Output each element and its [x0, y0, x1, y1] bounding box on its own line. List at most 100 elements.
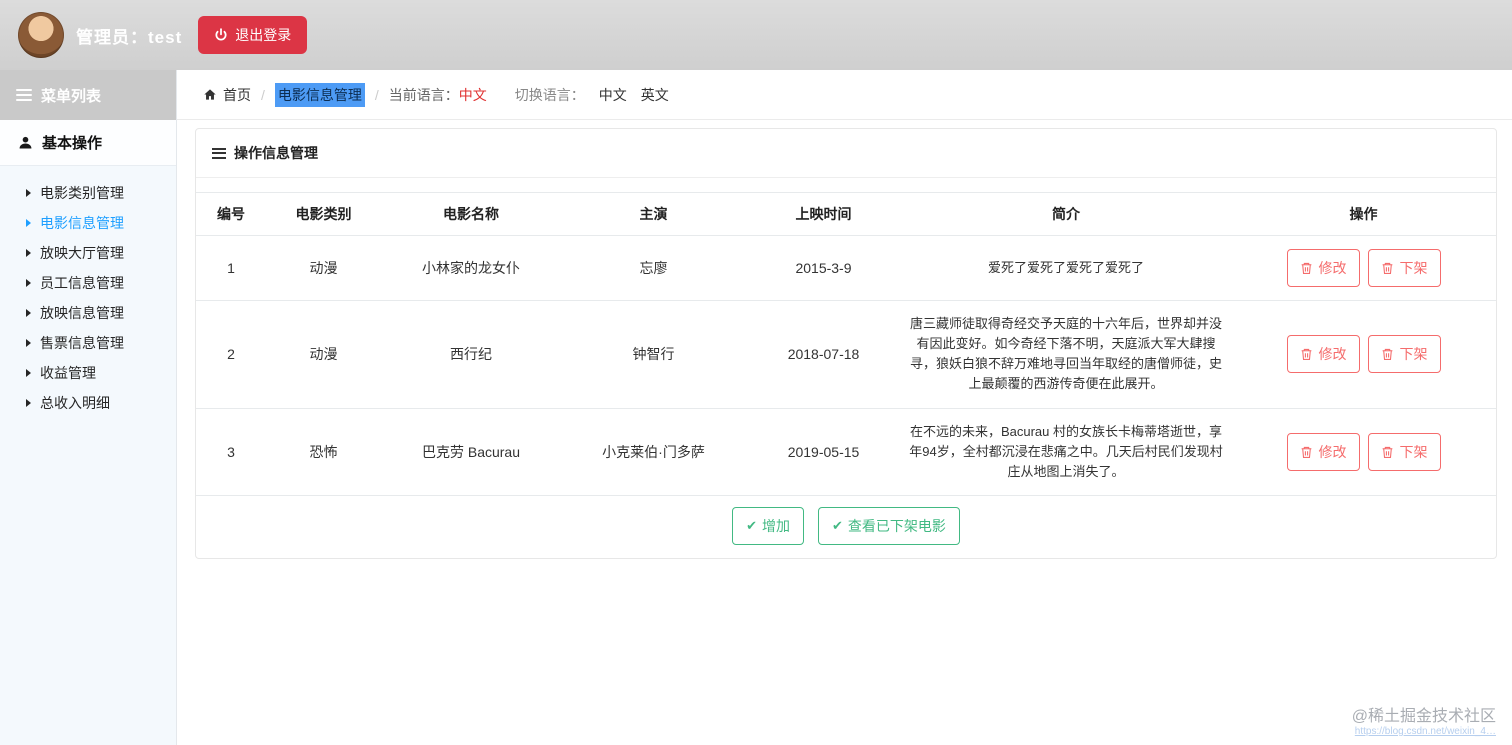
trash-icon — [1381, 445, 1394, 459]
movie-table: 编号 电影类别 电影名称 主演 上映时间 简介 操作 1 动漫 — [196, 192, 1496, 496]
edit-label: 修改 — [1319, 344, 1347, 364]
cell-intro: 唐三藏师徒取得奇经交予天庭的十六年后，世界却并没有因此变好。如今奇经下落不明，天… — [901, 301, 1231, 409]
col-header-category: 电影类别 — [266, 193, 381, 236]
offline-label: 下架 — [1400, 442, 1428, 462]
trash-icon — [1381, 261, 1394, 275]
sidebar-item-label: 放映信息管理 — [40, 303, 124, 323]
breadcrumb-current: 电影信息管理 — [275, 83, 365, 107]
content-area: 操作信息管理 编号 电影类别 电影名称 主演 上映时间 — [177, 120, 1512, 559]
view-offline-label: 查看已下架电影 — [848, 516, 946, 536]
current-language-value: 中文 — [459, 85, 487, 105]
breadcrumb: 首页 / 电影信息管理 / 当前语言： 中文 切换语言： 中文 英文 — [177, 70, 1512, 120]
col-header-id: 编号 — [196, 193, 266, 236]
cell-actions: 修改 下架 — [1231, 301, 1496, 409]
main-area: 首页 / 电影信息管理 / 当前语言： 中文 切换语言： 中文 英文 操作信息管… — [177, 70, 1512, 745]
cell-intro: 在不远的未来，Bacurau 村的女族长卡梅蒂塔逝世，享年94岁，全村都沉浸在悲… — [901, 408, 1231, 495]
admin-role-text: 管理员： — [76, 28, 148, 47]
language-option-zh[interactable]: 中文 — [599, 85, 627, 105]
sidebar-item-revenue[interactable]: 收益管理 — [0, 358, 176, 388]
caret-right-icon — [26, 189, 31, 197]
sidebar-section-basic[interactable]: 基本操作 — [0, 120, 176, 166]
sidebar-item-label: 售票信息管理 — [40, 333, 124, 353]
trash-icon — [1381, 347, 1394, 361]
sidebar-item-label: 电影信息管理 — [40, 213, 124, 233]
sidebar-menu: 电影类别管理 电影信息管理 放映大厅管理 员工信息管理 放映信息管理 售票信息管… — [0, 166, 176, 430]
caret-right-icon — [26, 339, 31, 347]
check-icon: ✔ — [832, 518, 843, 534]
sidebar: 菜单列表 基本操作 电影类别管理 电影信息管理 放映大厅管理 员工信息管理 放映… — [0, 70, 177, 745]
sidebar-item-label: 放映大厅管理 — [40, 243, 124, 263]
breadcrumb-home[interactable]: 首页 — [203, 85, 251, 105]
col-header-name: 电影名称 — [381, 193, 561, 236]
card-footer: ✔ 增加 ✔ 查看已下架电影 — [196, 496, 1496, 558]
edit-button[interactable]: 修改 — [1287, 249, 1360, 287]
edit-button[interactable]: 修改 — [1287, 335, 1360, 373]
cell-date: 2019-05-15 — [746, 408, 901, 495]
section-title-label: 基本操作 — [42, 132, 102, 153]
cell-name: 巴克劳 Bacurau — [381, 408, 561, 495]
cell-star: 忘廖 — [561, 236, 746, 301]
add-button[interactable]: ✔ 增加 — [732, 507, 804, 545]
cell-id: 2 — [196, 301, 266, 409]
sidebar-menu-title: 菜单列表 — [0, 70, 176, 120]
switch-language-label: 切换语言： — [515, 85, 585, 105]
caret-right-icon — [26, 249, 31, 257]
view-offline-button[interactable]: ✔ 查看已下架电影 — [818, 507, 960, 545]
caret-right-icon — [26, 219, 31, 227]
cell-date: 2015-3-9 — [746, 236, 901, 301]
edit-button[interactable]: 修改 — [1287, 433, 1360, 471]
add-label: 增加 — [762, 516, 790, 536]
sidebar-item-movie-info[interactable]: 电影信息管理 — [0, 208, 176, 238]
cell-star: 小克莱伯·门多萨 — [561, 408, 746, 495]
sidebar-item-screening[interactable]: 放映信息管理 — [0, 298, 176, 328]
logout-label: 退出登录 — [235, 25, 291, 45]
trash-icon — [1300, 347, 1313, 361]
table-row: 2 动漫 西行纪 钟智行 2018-07-18 唐三藏师徒取得奇经交予天庭的十六… — [196, 301, 1496, 409]
language-option-en[interactable]: 英文 — [641, 85, 669, 105]
card-title: 操作信息管理 — [234, 143, 318, 163]
sidebar-item-label: 总收入明细 — [40, 393, 110, 413]
sidebar-item-income-detail[interactable]: 总收入明细 — [0, 388, 176, 418]
offline-button[interactable]: 下架 — [1368, 433, 1441, 471]
sidebar-item-ticket[interactable]: 售票信息管理 — [0, 328, 176, 358]
cell-name: 西行纪 — [381, 301, 561, 409]
movie-info-card: 操作信息管理 编号 电影类别 电影名称 主演 上映时间 — [195, 128, 1497, 559]
card-header: 操作信息管理 — [196, 129, 1496, 178]
cell-category: 动漫 — [266, 301, 381, 409]
current-language-label: 当前语言： — [389, 85, 459, 105]
cell-intro: 爱死了爱死了爱死了爱死了 — [901, 236, 1231, 301]
hamburger-icon — [212, 145, 226, 161]
cell-actions: 修改 下架 — [1231, 236, 1496, 301]
sidebar-item-staff[interactable]: 员工信息管理 — [0, 268, 176, 298]
offline-label: 下架 — [1400, 344, 1428, 364]
cell-id: 1 — [196, 236, 266, 301]
user-icon — [18, 135, 33, 150]
col-header-actions: 操作 — [1231, 193, 1496, 236]
offline-button[interactable]: 下架 — [1368, 249, 1441, 287]
offline-button[interactable]: 下架 — [1368, 335, 1441, 373]
breadcrumb-home-label: 首页 — [223, 85, 251, 105]
logout-button[interactable]: 退出登录 — [198, 16, 307, 54]
cell-id: 3 — [196, 408, 266, 495]
caret-right-icon — [26, 399, 31, 407]
caret-right-icon — [26, 369, 31, 377]
edit-label: 修改 — [1319, 442, 1347, 462]
top-header: 管理员：test 退出登录 — [0, 0, 1512, 70]
caret-right-icon — [26, 309, 31, 317]
col-header-star: 主演 — [561, 193, 746, 236]
offline-label: 下架 — [1400, 258, 1428, 278]
table-row: 1 动漫 小林家的龙女仆 忘廖 2015-3-9 爱死了爱死了爱死了爱死了 — [196, 236, 1496, 301]
cell-name: 小林家的龙女仆 — [381, 236, 561, 301]
admin-username: test — [148, 28, 182, 47]
cell-star: 钟智行 — [561, 301, 746, 409]
cell-category: 动漫 — [266, 236, 381, 301]
check-icon: ✔ — [746, 518, 757, 534]
sidebar-item-label: 电影类别管理 — [40, 183, 124, 203]
home-icon — [203, 88, 217, 101]
cell-date: 2018-07-18 — [746, 301, 901, 409]
menu-title-label: 菜单列表 — [41, 85, 101, 106]
sidebar-item-hall[interactable]: 放映大厅管理 — [0, 238, 176, 268]
edit-label: 修改 — [1319, 258, 1347, 278]
sidebar-item-movie-category[interactable]: 电影类别管理 — [0, 178, 176, 208]
col-header-date: 上映时间 — [746, 193, 901, 236]
